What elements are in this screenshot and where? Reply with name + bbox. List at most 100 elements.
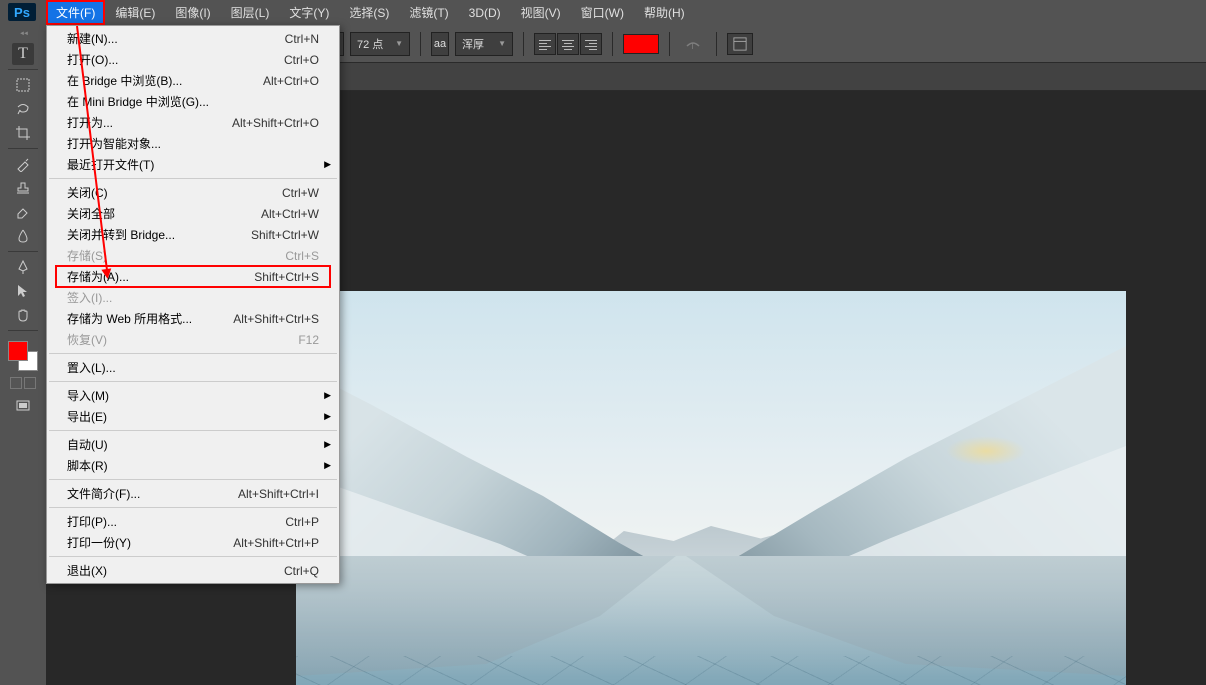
- menu-separator: [49, 430, 337, 431]
- quickmask-mode-button[interactable]: [24, 377, 36, 389]
- menu-item-r[interactable]: 脚本(R)▶: [47, 455, 339, 476]
- menu-select[interactable]: 选择(S): [339, 0, 399, 25]
- menu-item-o[interactable]: 打开(O)... Ctrl+O: [47, 49, 339, 70]
- menu-item-i: 签入(I)...: [47, 287, 339, 308]
- stamp-tool[interactable]: [12, 177, 34, 199]
- menu-item-f[interactable]: 文件简介(F)...Alt+Shift+Ctrl+I: [47, 483, 339, 504]
- menu-item-v: 恢复(V)F12: [47, 329, 339, 350]
- menu-image[interactable]: 图像(I): [165, 0, 220, 25]
- menu-item-[interactable]: 打开为... Alt+Shift+Ctrl+O: [47, 112, 339, 133]
- menu-shortcut: Alt+Ctrl+W: [261, 207, 319, 221]
- menu-3d[interactable]: 3D(D): [459, 2, 511, 24]
- menu-shortcut: Ctrl+N: [285, 32, 319, 46]
- menu-item-[interactable]: 打开为智能对象...: [47, 133, 339, 154]
- divider: [669, 32, 670, 56]
- divider: [612, 32, 613, 56]
- menu-item-y[interactable]: 打印一份(Y)Alt+Shift+Ctrl+P: [47, 532, 339, 553]
- menu-separator: [49, 556, 337, 557]
- hand-tool[interactable]: [12, 304, 34, 326]
- menu-item-t[interactable]: 最近打开文件(T)▶: [47, 154, 339, 175]
- menu-shortcut: Shift+Ctrl+S: [254, 270, 319, 284]
- menu-separator: [49, 381, 337, 382]
- document-canvas[interactable]: [296, 291, 1126, 685]
- menu-item-label: 打印(P)...: [67, 513, 117, 530]
- menu-item-bridge[interactable]: 关闭并转到 Bridge...Shift+Ctrl+W: [47, 224, 339, 245]
- marquee-tool[interactable]: [12, 74, 34, 96]
- antialias-select[interactable]: 浑厚▼: [455, 32, 513, 56]
- divider: [523, 32, 524, 56]
- menu-shortcut: Alt+Shift+Ctrl+O: [232, 116, 319, 130]
- healing-brush-tool[interactable]: [12, 153, 34, 175]
- menu-item-label: 新建(N)...: [67, 30, 118, 47]
- menu-window[interactable]: 窗口(W): [571, 0, 634, 25]
- menu-item-web[interactable]: 存储为 Web 所用格式... Alt+Shift+Ctrl+S: [47, 308, 339, 329]
- pen-tool[interactable]: [12, 256, 34, 278]
- align-center-button[interactable]: [557, 33, 579, 55]
- crop-tool[interactable]: [12, 122, 34, 144]
- menu-item-c[interactable]: 关闭(C) Ctrl+W: [47, 182, 339, 203]
- menu-item-[interactable]: 关闭全部Alt+Ctrl+W: [47, 203, 339, 224]
- menu-item-l[interactable]: 置入(L)...: [47, 357, 339, 378]
- menu-view[interactable]: 视图(V): [511, 0, 571, 25]
- lasso-tool[interactable]: [12, 98, 34, 120]
- screen-mode-button[interactable]: [12, 395, 34, 417]
- menu-item-label: 退出(X): [67, 562, 107, 579]
- menu-item-label: 恢复(V): [67, 331, 107, 348]
- menu-layer[interactable]: 图层(L): [221, 0, 280, 25]
- submenu-arrow-icon: ▶: [324, 439, 331, 450]
- menu-item-label: 存储为 Web 所用格式...: [67, 310, 192, 327]
- foreground-color[interactable]: [8, 341, 28, 361]
- blur-tool[interactable]: [12, 225, 34, 247]
- divider: [8, 330, 38, 331]
- character-panel-button[interactable]: [727, 33, 753, 55]
- menu-type[interactable]: 文字(Y): [279, 0, 339, 25]
- menu-item-label: 存储(S): [67, 247, 107, 264]
- menu-item-s: 存储(S)Ctrl+S: [47, 245, 339, 266]
- menu-item-minibridgeg[interactable]: 在 Mini Bridge 中浏览(G)...: [47, 91, 339, 112]
- menu-item-e[interactable]: 导出(E)▶: [47, 406, 339, 427]
- standard-mode-button[interactable]: [10, 377, 22, 389]
- font-size-select[interactable]: 72 点▼: [350, 32, 410, 56]
- eraser-tool[interactable]: [12, 201, 34, 223]
- divider: [8, 69, 38, 70]
- menu-item-label: 打开为智能对象...: [67, 135, 161, 152]
- menu-item-m[interactable]: 导入(M)▶: [47, 385, 339, 406]
- menu-help[interactable]: 帮助(H): [634, 0, 695, 25]
- annotation-arrow-head: [101, 268, 112, 279]
- divider: [8, 251, 38, 252]
- menu-shortcut: Ctrl+W: [282, 186, 319, 200]
- menu-shortcut: Alt+Shift+Ctrl+I: [238, 487, 319, 501]
- menu-separator: [49, 353, 337, 354]
- file-menu-dropdown: 新建(N)... Ctrl+N 打开(O)... Ctrl+O 在 Bridge 中浏览…: [46, 25, 340, 584]
- menu-item-label: 打开为...: [67, 114, 113, 131]
- text-color-swatch[interactable]: [623, 34, 659, 54]
- menu-file[interactable]: 文件(F): [46, 0, 105, 25]
- divider: [420, 32, 421, 56]
- menu-filter[interactable]: 滤镜(T): [399, 0, 458, 25]
- menu-shortcut: Ctrl+O: [284, 53, 319, 67]
- align-left-button[interactable]: [534, 33, 556, 55]
- menu-item-x[interactable]: 退出(X) Ctrl+Q: [47, 560, 339, 581]
- menu-item-p[interactable]: 打印(P)... Ctrl+P: [47, 511, 339, 532]
- menu-shortcut: Alt+Shift+Ctrl+S: [233, 312, 319, 326]
- submenu-arrow-icon: ▶: [324, 159, 331, 170]
- menu-item-a[interactable]: 存储为(A)...Shift+Ctrl+S: [55, 265, 331, 288]
- menu-edit[interactable]: 编辑(E): [105, 0, 165, 25]
- menu-item-n[interactable]: 新建(N)... Ctrl+N: [47, 28, 339, 49]
- type-tool[interactable]: T: [12, 43, 34, 65]
- menu-shortcut: Alt+Shift+Ctrl+P: [233, 536, 319, 550]
- menu-item-u[interactable]: 自动(U)▶: [47, 434, 339, 455]
- tool-panel: T: [0, 25, 46, 417]
- menu-item-bridgeb[interactable]: 在 Bridge 中浏览(B)...Alt+Ctrl+O: [47, 70, 339, 91]
- menu-item-label: 在 Mini Bridge 中浏览(G)...: [67, 93, 209, 110]
- warp-text-button[interactable]: T: [680, 33, 706, 55]
- menu-shortcut: Ctrl+Q: [284, 564, 319, 578]
- align-right-button[interactable]: [580, 33, 602, 55]
- menu-item-label: 关闭(C): [67, 184, 108, 201]
- menu-shortcut: Ctrl+P: [285, 515, 319, 529]
- submenu-arrow-icon: ▶: [324, 390, 331, 401]
- color-picker[interactable]: [8, 341, 38, 371]
- path-selection-tool[interactable]: [12, 280, 34, 302]
- menu-item-label: 关闭并转到 Bridge...: [67, 226, 175, 243]
- menu-item-label: 打开(O)...: [67, 51, 118, 68]
